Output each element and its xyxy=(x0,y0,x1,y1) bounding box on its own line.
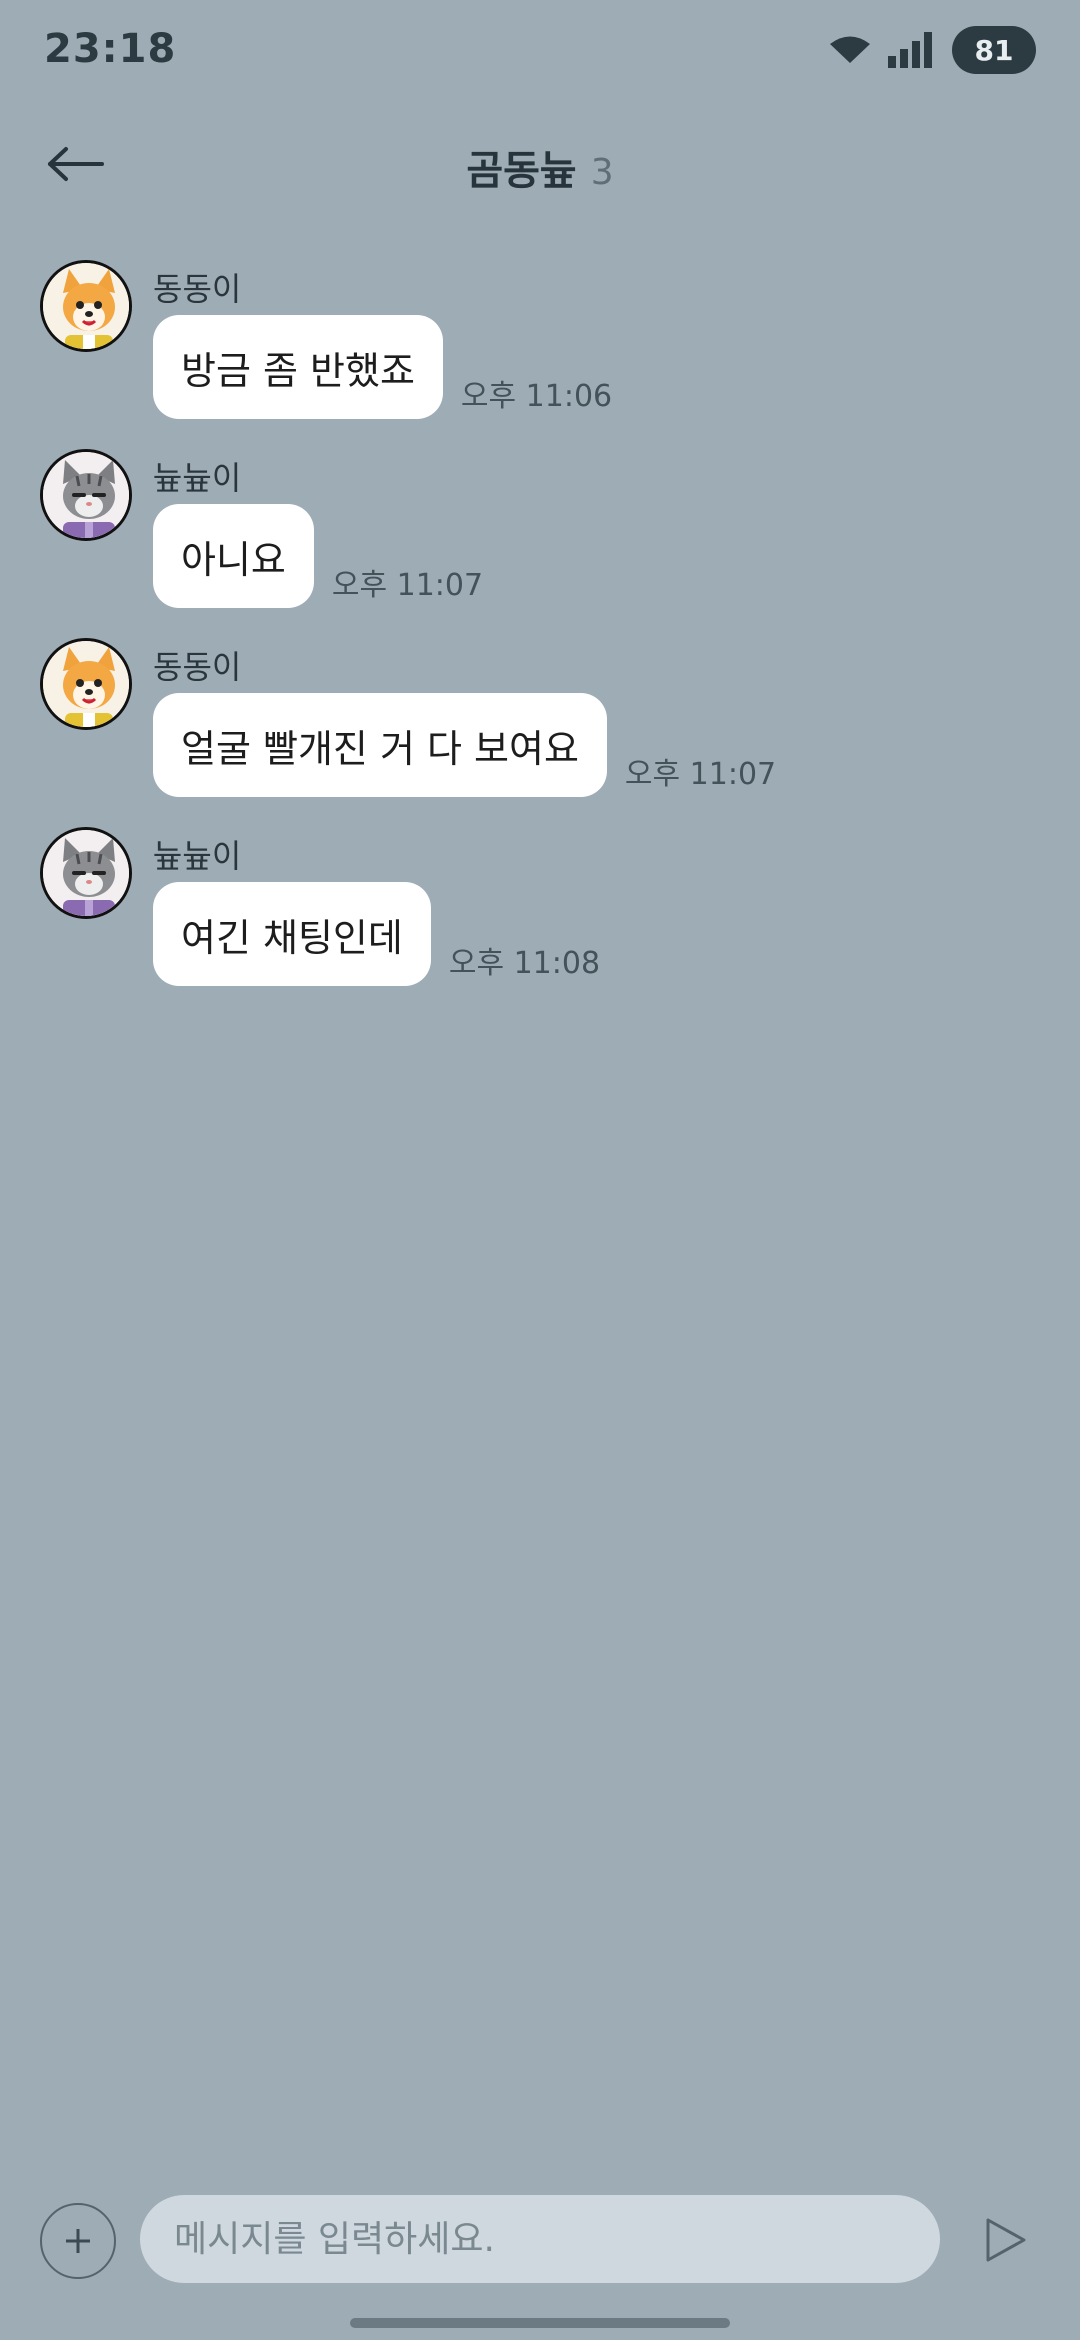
member-count: 3 xyxy=(590,152,614,193)
message-time: 오후 11:08 xyxy=(448,946,601,981)
chat-title: 곰동늎 xyxy=(466,148,577,194)
status-time: 23:18 xyxy=(44,26,177,72)
message-bubble[interactable]: 아니요 xyxy=(153,504,314,608)
send-button[interactable] xyxy=(972,2206,1040,2274)
chat-header: 곰동늎 3 xyxy=(0,112,1080,216)
dog-avatar[interactable] xyxy=(40,638,132,730)
plus-icon xyxy=(66,2229,90,2253)
message-row: 얼굴 빨개진 거 다 보여요 오후 11:07 xyxy=(153,693,776,797)
message-bubble[interactable]: 얼굴 빨개진 거 다 보여요 xyxy=(153,693,607,797)
message-row: 여긴 채팅인데 오후 11:08 xyxy=(153,882,600,986)
attach-button[interactable] xyxy=(40,2203,116,2279)
message-item: 늎늎이 아니요 오후 11:07 xyxy=(0,439,1080,628)
title-wrap: 곰동늎 3 xyxy=(0,138,1080,196)
message-time: 오후 11:07 xyxy=(624,757,777,792)
signal-icon xyxy=(888,32,932,68)
home-indicator xyxy=(350,2318,730,2328)
status-icons: 81 xyxy=(830,26,1036,74)
message-time: 오후 11:07 xyxy=(331,568,484,603)
send-icon xyxy=(986,2218,1026,2262)
message-row: 방금 좀 반했죠 오후 11:06 xyxy=(153,315,612,419)
message-bubble[interactable]: 여긴 채팅인데 xyxy=(153,882,431,986)
message-item: 동동이 얼굴 빨개진 거 다 보여요 오후 11:07 xyxy=(0,628,1080,817)
cat-avatar[interactable] xyxy=(40,449,132,541)
sender-name: 동동이 xyxy=(153,648,242,686)
message-row: 아니요 오후 11:07 xyxy=(153,504,483,608)
cat-avatar[interactable] xyxy=(40,827,132,919)
input-bar xyxy=(0,2180,1080,2300)
message-input[interactable] xyxy=(140,2195,940,2283)
dog-avatar[interactable] xyxy=(40,260,132,352)
message-bubble[interactable]: 방금 좀 반했죠 xyxy=(153,315,443,419)
sender-name: 동동이 xyxy=(153,270,242,308)
wifi-icon xyxy=(830,36,870,63)
battery-icon: 81 xyxy=(952,26,1036,74)
message-item: 늎늎이 여긴 채팅인데 오후 11:08 xyxy=(0,817,1080,1006)
sender-name: 늎늎이 xyxy=(153,459,242,497)
message-list: 동동이 방금 좀 반했죠 오후 11:06 늎늎이 아니요 오후 11:07 동… xyxy=(0,250,1080,1006)
message-item: 동동이 방금 좀 반했죠 오후 11:06 xyxy=(0,250,1080,439)
battery-level: 81 xyxy=(974,33,1014,67)
sender-name: 늎늎이 xyxy=(153,837,242,875)
message-time: 오후 11:06 xyxy=(460,379,613,414)
status-bar: 23:18 81 xyxy=(0,0,1080,100)
